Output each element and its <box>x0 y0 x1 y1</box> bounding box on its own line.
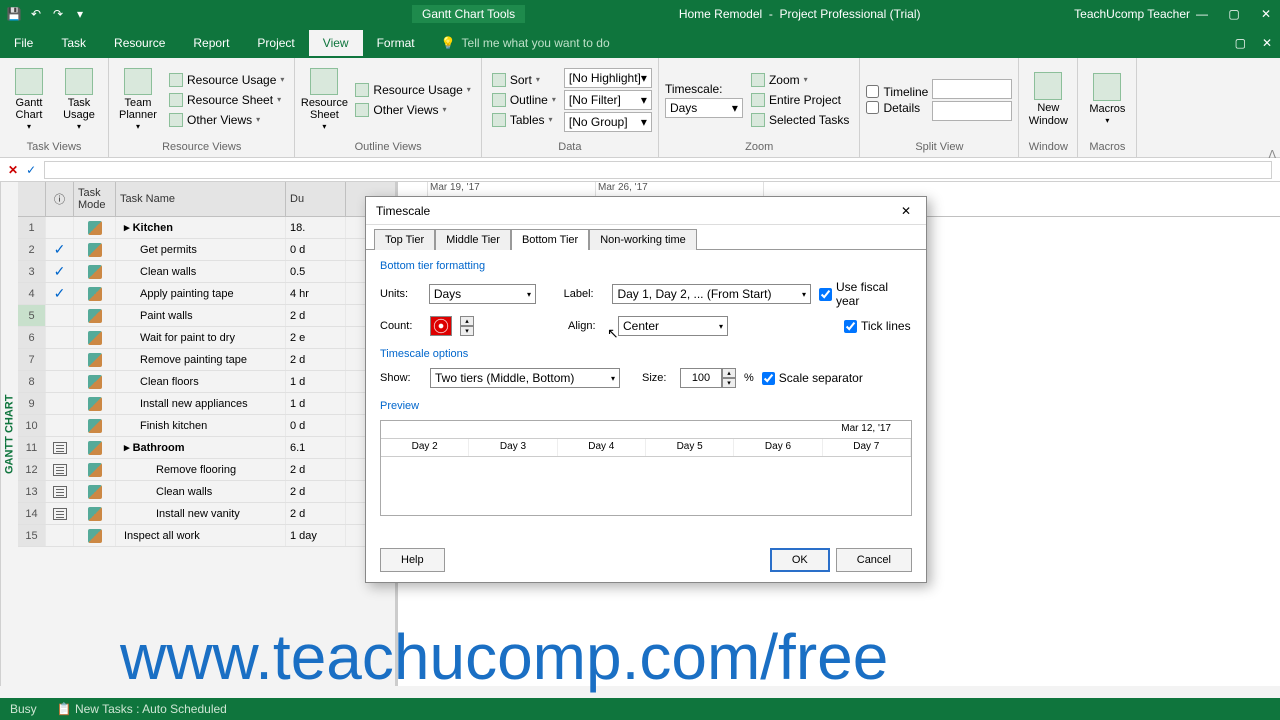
tab-view[interactable]: View <box>309 30 363 56</box>
count-highlight-icon <box>430 316 452 336</box>
table-row[interactable]: 3 ✓ Clean walls 0.5 <box>18 261 395 283</box>
ok-button[interactable]: OK <box>770 548 830 572</box>
cancel-entry-icon[interactable]: ✕ <box>8 163 18 177</box>
highlight-dropdown[interactable]: [No Highlight]▾ <box>564 68 652 88</box>
timescale-dropdown[interactable]: Days▾ <box>665 98 743 118</box>
group-dropdown[interactable]: [No Group]▾ <box>564 112 652 132</box>
maximize-icon[interactable]: ▢ <box>1226 6 1242 22</box>
new-window-button[interactable]: New Window <box>1025 66 1071 134</box>
tab-report[interactable]: Report <box>179 30 243 56</box>
table-row[interactable]: 1 ▸ Kitchen 18. <box>18 217 395 239</box>
table-row[interactable]: 10 Finish kitchen 0 d <box>18 415 395 437</box>
tab-file[interactable]: File <box>0 30 47 56</box>
task-usage-button[interactable]: Task Usage▾ <box>56 66 102 134</box>
resource-usage-2[interactable]: Resource Usage▾ <box>351 81 474 99</box>
team-planner-button[interactable]: Team Planner▾ <box>115 66 161 134</box>
help-button[interactable]: Help <box>380 548 445 572</box>
tab-format[interactable]: Format <box>363 30 429 56</box>
resource-sheet-button[interactable]: Resource Sheet▾ <box>165 91 288 109</box>
tab-bottom-tier[interactable]: Bottom Tier <box>511 229 589 250</box>
entry-input[interactable] <box>44 161 1272 179</box>
tab-top-tier[interactable]: Top Tier <box>374 229 435 250</box>
tick-lines-check[interactable]: Tick lines <box>844 319 911 333</box>
table-row[interactable]: 13 Clean walls 2 d <box>18 481 395 503</box>
table-row[interactable]: 12 Remove flooring 2 d <box>18 459 395 481</box>
title-bar: 💾 ↶ ↷ ▾ Gantt Chart Tools Home Remodel -… <box>0 0 1280 28</box>
sort-button[interactable]: Sort▾ <box>488 71 560 89</box>
collapse-ribbon-icon[interactable]: ᐱ <box>1268 148 1276 161</box>
gantt-chart-button[interactable]: Gantt Chart▾ <box>6 66 52 134</box>
cancel-button[interactable]: Cancel <box>836 548 912 572</box>
timeline-check[interactable]: Timeline <box>866 85 928 99</box>
table-row[interactable]: 7 Remove painting tape 2 d <box>18 349 395 371</box>
preview-area: Mar 12, '17 Day 2Day 3Day 4Day 5Day 6Day… <box>380 420 912 516</box>
table-row[interactable]: 6 Wait for paint to dry 2 e <box>18 327 395 349</box>
redo-icon[interactable]: ↷ <box>50 6 66 22</box>
outline-button[interactable]: Outline▾ <box>488 91 560 109</box>
tab-middle-tier[interactable]: Middle Tier <box>435 229 511 250</box>
view-strip: GANTT CHART <box>0 182 18 686</box>
table-row[interactable]: 9 Install new appliances 1 d <box>18 393 395 415</box>
tab-project[interactable]: Project <box>243 30 308 56</box>
scale-separator-check[interactable]: Scale separator <box>762 371 863 385</box>
qat-more-icon[interactable]: ▾ <box>72 6 88 22</box>
status-bar: Busy 📋 New Tasks : Auto Scheduled <box>0 698 1280 720</box>
save-icon[interactable]: 💾 <box>6 6 22 22</box>
dialog-title: Timescale <box>376 204 430 218</box>
tab-nonworking[interactable]: Non-working time <box>589 229 697 250</box>
tables-button[interactable]: Tables▾ <box>488 111 560 129</box>
contextual-tools: Gantt Chart Tools <box>412 5 525 23</box>
table-row[interactable]: 8 Clean floors 1 d <box>18 371 395 393</box>
show-select[interactable]: Two tiers (Middle, Bottom)▾ <box>430 368 620 388</box>
undo-icon[interactable]: ↶ <box>28 6 44 22</box>
tell-me[interactable]: 💡 Tell me what you want to do <box>441 36 610 50</box>
table-row[interactable]: 4 ✓ Apply painting tape 4 hr <box>18 283 395 305</box>
tab-task[interactable]: Task <box>47 30 100 56</box>
fiscal-year-check[interactable]: Use fiscal year <box>819 280 912 308</box>
units-select[interactable]: Days▾ <box>429 284 536 304</box>
ribbon-options-icon[interactable]: ▢ <box>1227 36 1254 50</box>
menu-bar: File Task Resource Report Project View F… <box>0 28 1280 58</box>
table-row[interactable]: 5 Paint walls 2 d <box>18 305 395 327</box>
other-views-2[interactable]: Other Views▾ <box>351 101 474 119</box>
macros-button[interactable]: Macros▾ <box>1084 66 1130 134</box>
align-select[interactable]: Center▾ <box>618 316 728 336</box>
dialog-close-icon[interactable]: ✕ <box>896 201 916 221</box>
task-table: ⓘ Task Mode Task Name Du 1 ▸ Kitchen 18.… <box>18 182 398 686</box>
table-row[interactable]: 11 ▸ Bathroom 6.1 <box>18 437 395 459</box>
other-views-button[interactable]: Other Views▾ <box>165 111 288 129</box>
timescale-dialog: Timescale ✕ Top Tier Middle Tier Bottom … <box>365 196 927 583</box>
user-name: TeachUcomp Teacher <box>1074 7 1190 21</box>
tab-resource[interactable]: Resource <box>100 30 179 56</box>
label-select[interactable]: Day 1, Day 2, ... (From Start)▾ <box>612 284 811 304</box>
formula-bar: ✕ ✓ <box>0 158 1280 182</box>
minimize-icon[interactable]: — <box>1194 6 1210 22</box>
table-row[interactable]: 2 ✓ Get permits 0 d <box>18 239 395 261</box>
window-close-icon[interactable]: ✕ <box>1254 36 1280 50</box>
resource-sheet-big[interactable]: Resource Sheet▾ <box>301 66 347 134</box>
table-row[interactable]: 14 Install new vanity 2 d <box>18 503 395 525</box>
selected-tasks-button[interactable]: Selected Tasks <box>747 111 854 129</box>
count-spinner[interactable]: ▴▾ <box>460 316 474 336</box>
ribbon: Gantt Chart▾ Task Usage▾ Task Views Team… <box>0 58 1280 158</box>
watermark: www.teachucomp.com/free <box>120 620 888 694</box>
size-spinner[interactable]: 100▴▾ <box>680 368 736 388</box>
details-check[interactable]: Details <box>866 101 928 115</box>
resource-usage-button[interactable]: Resource Usage▾ <box>165 71 288 89</box>
entire-project-button[interactable]: Entire Project <box>747 91 854 109</box>
zoom-button[interactable]: Zoom▾ <box>747 71 854 89</box>
accept-entry-icon[interactable]: ✓ <box>26 163 36 177</box>
table-row[interactable]: 15 Inspect all work 1 day <box>18 525 395 547</box>
close-icon[interactable]: ✕ <box>1258 6 1274 22</box>
filter-dropdown[interactable]: [No Filter]▾ <box>564 90 652 110</box>
